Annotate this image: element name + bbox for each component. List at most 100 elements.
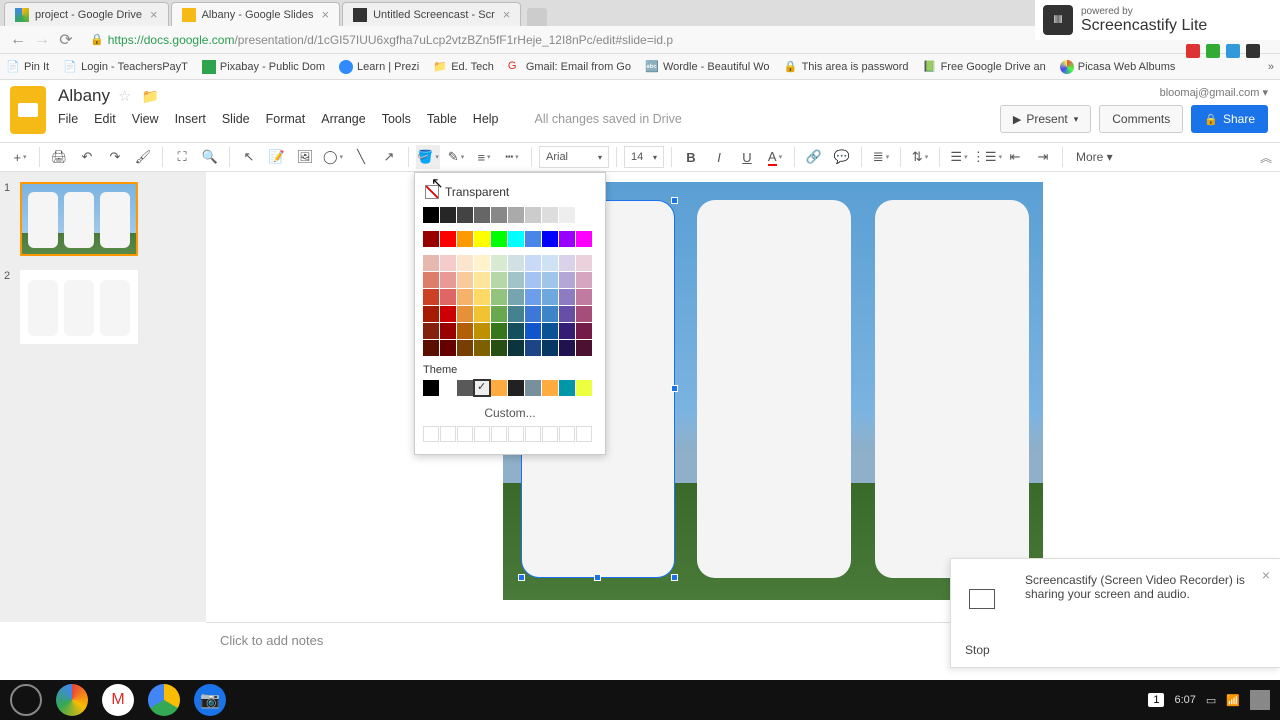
wifi-icon[interactable]: 📶 — [1226, 694, 1240, 707]
launcher-icon[interactable] — [10, 684, 42, 716]
drive-icon[interactable] — [148, 684, 180, 716]
shape-rounded-rect[interactable] — [875, 200, 1029, 578]
custom-swatch[interactable] — [491, 426, 507, 442]
textbox-tool[interactable]: 📝 — [265, 145, 289, 169]
present-button[interactable]: ▶Present — [1000, 105, 1091, 133]
folder-icon[interactable]: 📁 — [141, 88, 158, 105]
color-swatch[interactable] — [576, 272, 592, 288]
color-swatch[interactable] — [423, 340, 439, 356]
color-swatch[interactable] — [423, 207, 439, 223]
bookmarks-overflow[interactable]: » — [1268, 61, 1274, 73]
color-swatch[interactable] — [525, 380, 541, 396]
color-swatch[interactable] — [474, 323, 490, 339]
bold-button[interactable]: B — [679, 145, 703, 169]
bookmark[interactable]: Pixabay - Public Dom — [202, 60, 325, 74]
custom-swatch[interactable] — [559, 426, 575, 442]
line-spacing-button[interactable]: ⇅ — [908, 145, 932, 169]
notification-count[interactable]: 1 — [1148, 693, 1164, 707]
color-swatch[interactable] — [423, 323, 439, 339]
color-swatch[interactable] — [423, 289, 439, 305]
menu-tools[interactable]: Tools — [382, 112, 411, 126]
color-swatch[interactable] — [457, 255, 473, 271]
color-swatch[interactable] — [474, 306, 490, 322]
browser-tab[interactable]: Untitled Screencast - Scr × — [342, 2, 521, 26]
color-swatch[interactable] — [474, 380, 490, 396]
color-swatch[interactable] — [542, 380, 558, 396]
dedent-button[interactable]: ⇤ — [1003, 145, 1027, 169]
link-button[interactable]: 🔗 — [802, 145, 826, 169]
menu-table[interactable]: Table — [427, 112, 457, 126]
bookmark[interactable]: 🔤Wordle - Beautiful Wo — [645, 60, 770, 74]
bookmark[interactable]: 📁Ed. Tech — [433, 60, 494, 74]
color-swatch[interactable] — [491, 323, 507, 339]
font-size-select[interactable]: 14 — [624, 146, 664, 168]
forward-button[interactable]: → — [30, 28, 54, 52]
clock[interactable]: 6:07 — [1174, 694, 1195, 706]
color-swatch[interactable] — [491, 380, 507, 396]
filmstrip[interactable]: 1 2 — [0, 172, 206, 622]
color-swatch[interactable] — [576, 340, 592, 356]
numbered-list-button[interactable]: ☰ — [947, 145, 971, 169]
color-swatch[interactable] — [559, 323, 575, 339]
ext-icon[interactable] — [1226, 44, 1240, 58]
color-swatch[interactable] — [508, 323, 524, 339]
bookmark[interactable]: 🔒This area is password — [784, 60, 909, 74]
gmail-icon[interactable]: M — [102, 684, 134, 716]
color-swatch[interactable] — [508, 306, 524, 322]
bookmark[interactable]: Learn | Prezi — [339, 60, 419, 74]
color-swatch[interactable] — [508, 272, 524, 288]
color-swatch[interactable] — [423, 272, 439, 288]
custom-swatch[interactable] — [508, 426, 524, 442]
color-swatch[interactable] — [525, 306, 541, 322]
ext-icon[interactable] — [1206, 44, 1220, 58]
bookmark[interactable]: GGmail: Email from Go — [508, 60, 631, 74]
color-swatch[interactable] — [542, 306, 558, 322]
custom-swatch[interactable] — [440, 426, 456, 442]
custom-swatch[interactable] — [576, 426, 592, 442]
color-swatch[interactable] — [542, 231, 558, 247]
custom-swatch[interactable] — [542, 426, 558, 442]
color-swatch[interactable] — [491, 306, 507, 322]
color-swatch[interactable] — [474, 272, 490, 288]
user-email[interactable]: bloomaj@gmail.com ▾ — [1160, 86, 1268, 99]
color-swatch[interactable] — [576, 323, 592, 339]
more-button[interactable]: More ▾ — [1070, 150, 1119, 164]
color-swatch[interactable] — [474, 340, 490, 356]
resize-handle[interactable] — [594, 574, 601, 581]
menu-help[interactable]: Help — [473, 112, 499, 126]
comments-button[interactable]: Comments — [1099, 105, 1183, 133]
color-swatch[interactable] — [525, 207, 541, 223]
color-swatch[interactable] — [525, 231, 541, 247]
menu-edit[interactable]: Edit — [94, 112, 116, 126]
color-swatch[interactable] — [440, 272, 456, 288]
color-swatch[interactable] — [508, 255, 524, 271]
color-swatch[interactable] — [508, 380, 524, 396]
align-button[interactable]: ≣ — [869, 145, 893, 169]
color-swatch[interactable] — [559, 255, 575, 271]
color-swatch[interactable] — [474, 255, 490, 271]
color-swatch[interactable] — [559, 289, 575, 305]
custom-option[interactable]: Custom... — [423, 406, 597, 420]
avatar[interactable] — [1250, 690, 1270, 710]
color-swatch[interactable] — [440, 380, 456, 396]
close-icon[interactable]: × — [322, 7, 330, 22]
color-swatch[interactable] — [423, 380, 439, 396]
color-swatch[interactable] — [576, 255, 592, 271]
transparent-option[interactable]: Transparent — [423, 181, 597, 207]
star-icon[interactable]: ☆ — [118, 87, 131, 105]
shape-tool[interactable]: ◯ — [321, 145, 345, 169]
color-swatch[interactable] — [508, 340, 524, 356]
arrow-tool[interactable]: ↗ — [377, 145, 401, 169]
zoom-fit-button[interactable]: ⛶ — [170, 145, 194, 169]
font-select[interactable]: Arial — [539, 146, 609, 168]
color-swatch[interactable] — [457, 380, 473, 396]
color-swatch[interactable] — [576, 231, 592, 247]
color-swatch[interactable] — [491, 272, 507, 288]
slides-logo[interactable] — [10, 86, 46, 134]
color-swatch[interactable] — [559, 272, 575, 288]
camera-icon[interactable]: 📷 — [194, 684, 226, 716]
color-swatch[interactable] — [525, 272, 541, 288]
menu-format[interactable]: Format — [266, 112, 306, 126]
resize-handle[interactable] — [671, 574, 678, 581]
color-swatch[interactable] — [559, 380, 575, 396]
